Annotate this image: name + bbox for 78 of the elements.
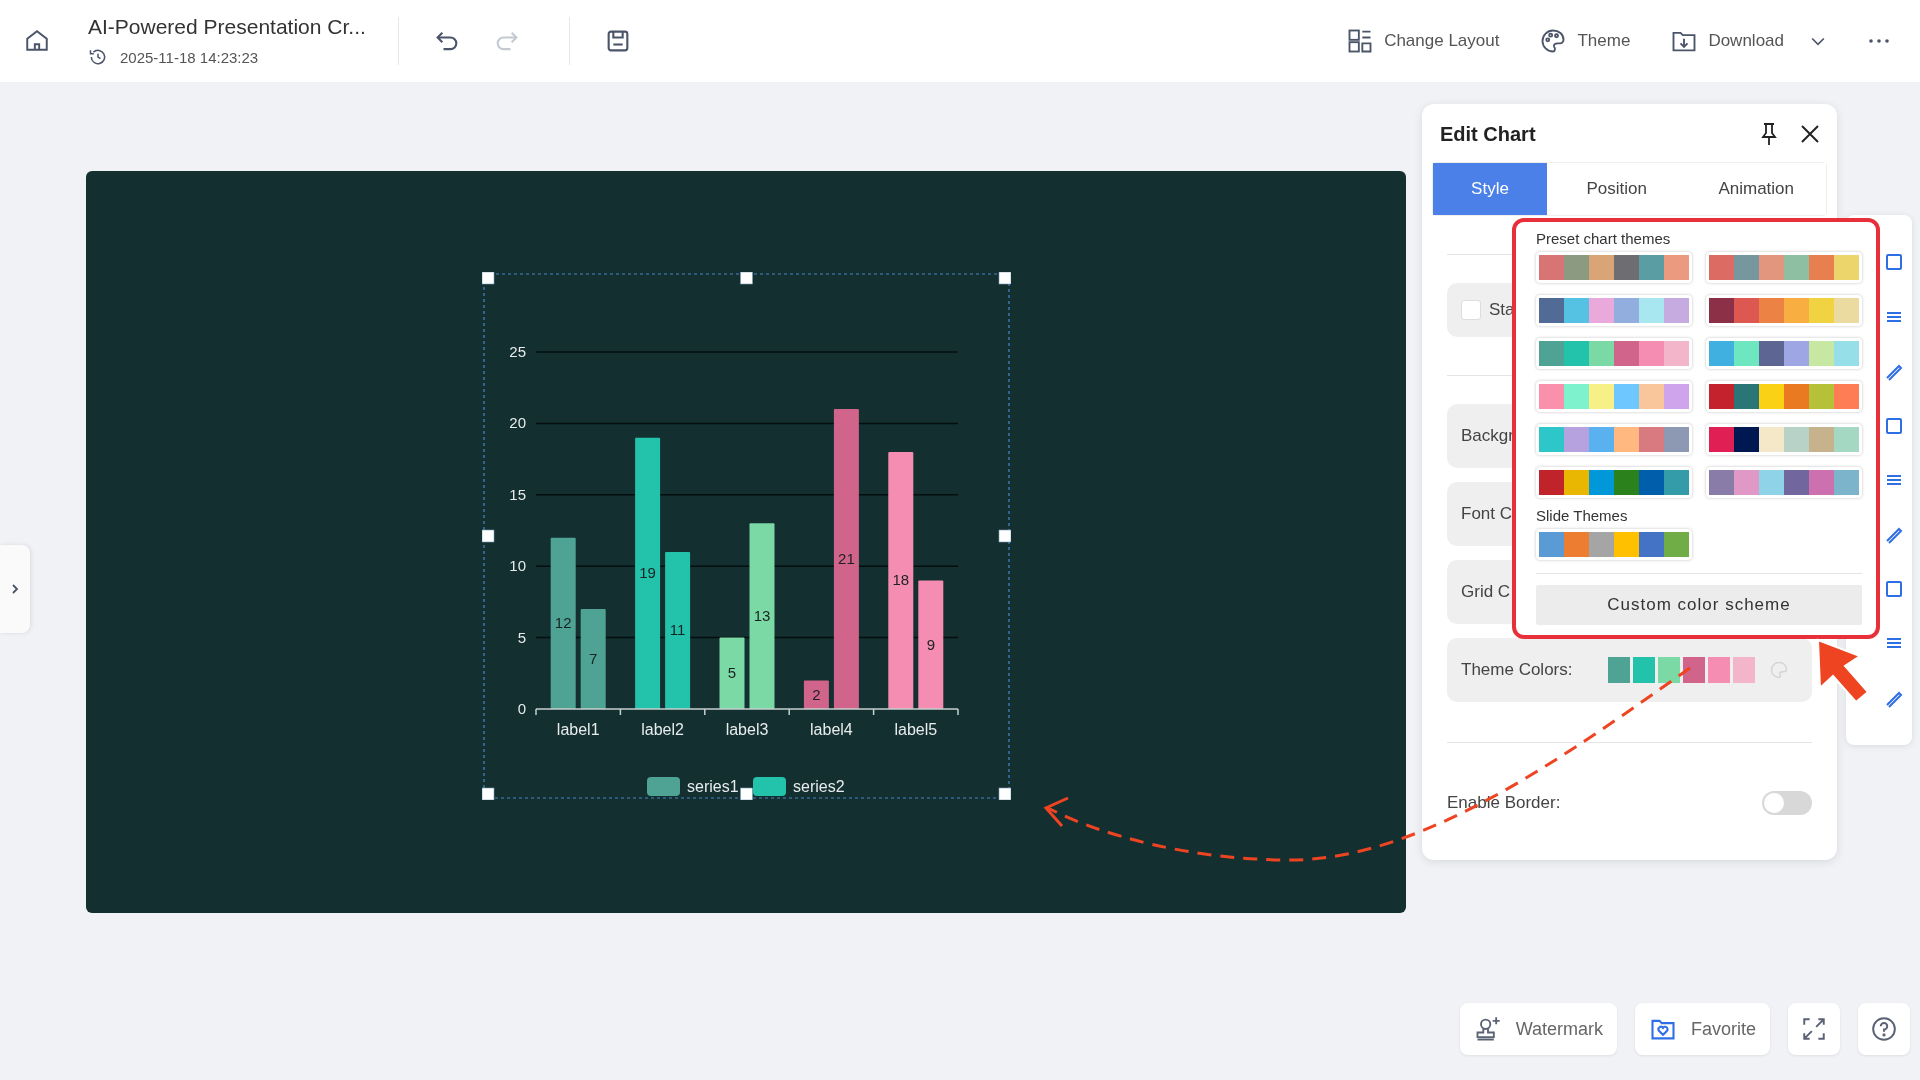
color-palette[interactable] [1706, 424, 1862, 455]
axis-tick-label: 5 [517, 628, 526, 646]
option-label: Theme Colors: [1461, 660, 1573, 680]
save-timestamp: 2025-11-18 14:23:23 [120, 48, 259, 66]
footer-button[interactable] [1788, 1003, 1840, 1055]
axis-category-label: label1 [556, 721, 600, 738]
resize-handle[interactable] [740, 272, 753, 285]
bar-value-label: 12 [554, 614, 572, 632]
resize-handle[interactable] [740, 787, 753, 800]
bar-value-label: 21 [838, 550, 855, 568]
bar-value-label: 9 [926, 635, 935, 653]
footer-button[interactable]: Favorite [1634, 1003, 1770, 1055]
theme-colors-row[interactable]: Theme Colors: [1447, 638, 1812, 702]
pin-icon[interactable] [1758, 121, 1780, 147]
panel-title: Edit Chart [1440, 122, 1537, 146]
bar-value-label: 5 [727, 664, 737, 682]
color-palette[interactable] [1706, 338, 1862, 369]
legend-label[interactable]: series2 [793, 778, 845, 795]
color-palette[interactable] [1536, 295, 1692, 326]
axis-tick-label: 0 [517, 700, 526, 717]
axis-tick-label: 10 [509, 557, 526, 575]
toggle-switch[interactable] [1762, 791, 1812, 815]
option-label: Enable Border: [1447, 793, 1561, 813]
chart-tool-icon[interactable] [1884, 415, 1904, 436]
bar-value-label: 18 [892, 571, 910, 589]
toolbar-button[interactable]: Change Layout [1340, 21, 1506, 61]
chart-tool-icon[interactable] [1884, 252, 1904, 273]
legend-swatch[interactable] [647, 777, 680, 796]
toolbar-button[interactable]: Download [1664, 21, 1834, 61]
bar-value-label: 11 [669, 621, 686, 639]
section-heading: Slide Themes [1536, 507, 1629, 524]
color-palette[interactable] [1536, 381, 1692, 412]
bar [803, 680, 829, 709]
toolbar-button[interactable]: Theme [1533, 21, 1637, 61]
bar-value-label: 19 [639, 564, 656, 582]
axis-tick-label: 25 [509, 343, 526, 360]
color-palette[interactable] [1706, 381, 1862, 412]
axis-tick-label: 15 [509, 485, 526, 503]
axis-category-label: label2 [641, 721, 684, 738]
chevron-right-icon [9, 582, 21, 596]
resize-handle[interactable] [482, 272, 495, 285]
axis-tick-label: 20 [509, 414, 526, 432]
custom-color-scheme-button[interactable]: Custom color scheme [1536, 585, 1862, 625]
color-palette[interactable] [1536, 338, 1692, 369]
resize-handle[interactable] [998, 787, 1011, 800]
color-palette[interactable] [1536, 252, 1692, 283]
footer-button[interactable] [1858, 1003, 1910, 1055]
bar-value-label: 2 [812, 685, 821, 703]
axis-category-label: label4 [810, 721, 853, 738]
legend-label[interactable]: series1 [687, 778, 739, 795]
chart-tool-icon[interactable] [1884, 578, 1904, 599]
more-icon[interactable] [1868, 38, 1890, 44]
bar-value-label: 13 [753, 607, 771, 625]
home-icon[interactable] [24, 28, 50, 54]
footer-button[interactable]: Watermark [1459, 1003, 1617, 1055]
history-icon[interactable] [88, 47, 108, 67]
resize-handle[interactable] [998, 272, 1011, 285]
resize-handle[interactable] [998, 529, 1011, 543]
side-panel-toggle[interactable] [0, 545, 30, 633]
panel-tab[interactable]: Style [1433, 163, 1547, 215]
help-icon [1871, 1016, 1897, 1042]
color-palette[interactable] [1536, 424, 1692, 455]
color-palette[interactable] [1706, 467, 1862, 498]
legend-swatch[interactable] [753, 777, 786, 796]
resize-handle[interactable] [482, 787, 495, 800]
color-palette[interactable] [1706, 252, 1862, 283]
color-palette[interactable] [1536, 467, 1692, 498]
document-title[interactable]: AI-Powered Presentation Cr... [88, 15, 366, 39]
bar-value-label: 7 [589, 650, 598, 667]
color-palette[interactable] [1536, 529, 1692, 560]
fullscreen-icon [1801, 1016, 1827, 1042]
color-palette[interactable] [1706, 295, 1862, 326]
axis-category-label: label3 [725, 721, 769, 738]
bar [719, 637, 745, 709]
checkbox[interactable] [1461, 300, 1481, 320]
axis-category-label: label5 [894, 721, 938, 738]
section-heading: Preset chart themes [1536, 230, 1672, 247]
resize-handle[interactable] [482, 529, 495, 543]
